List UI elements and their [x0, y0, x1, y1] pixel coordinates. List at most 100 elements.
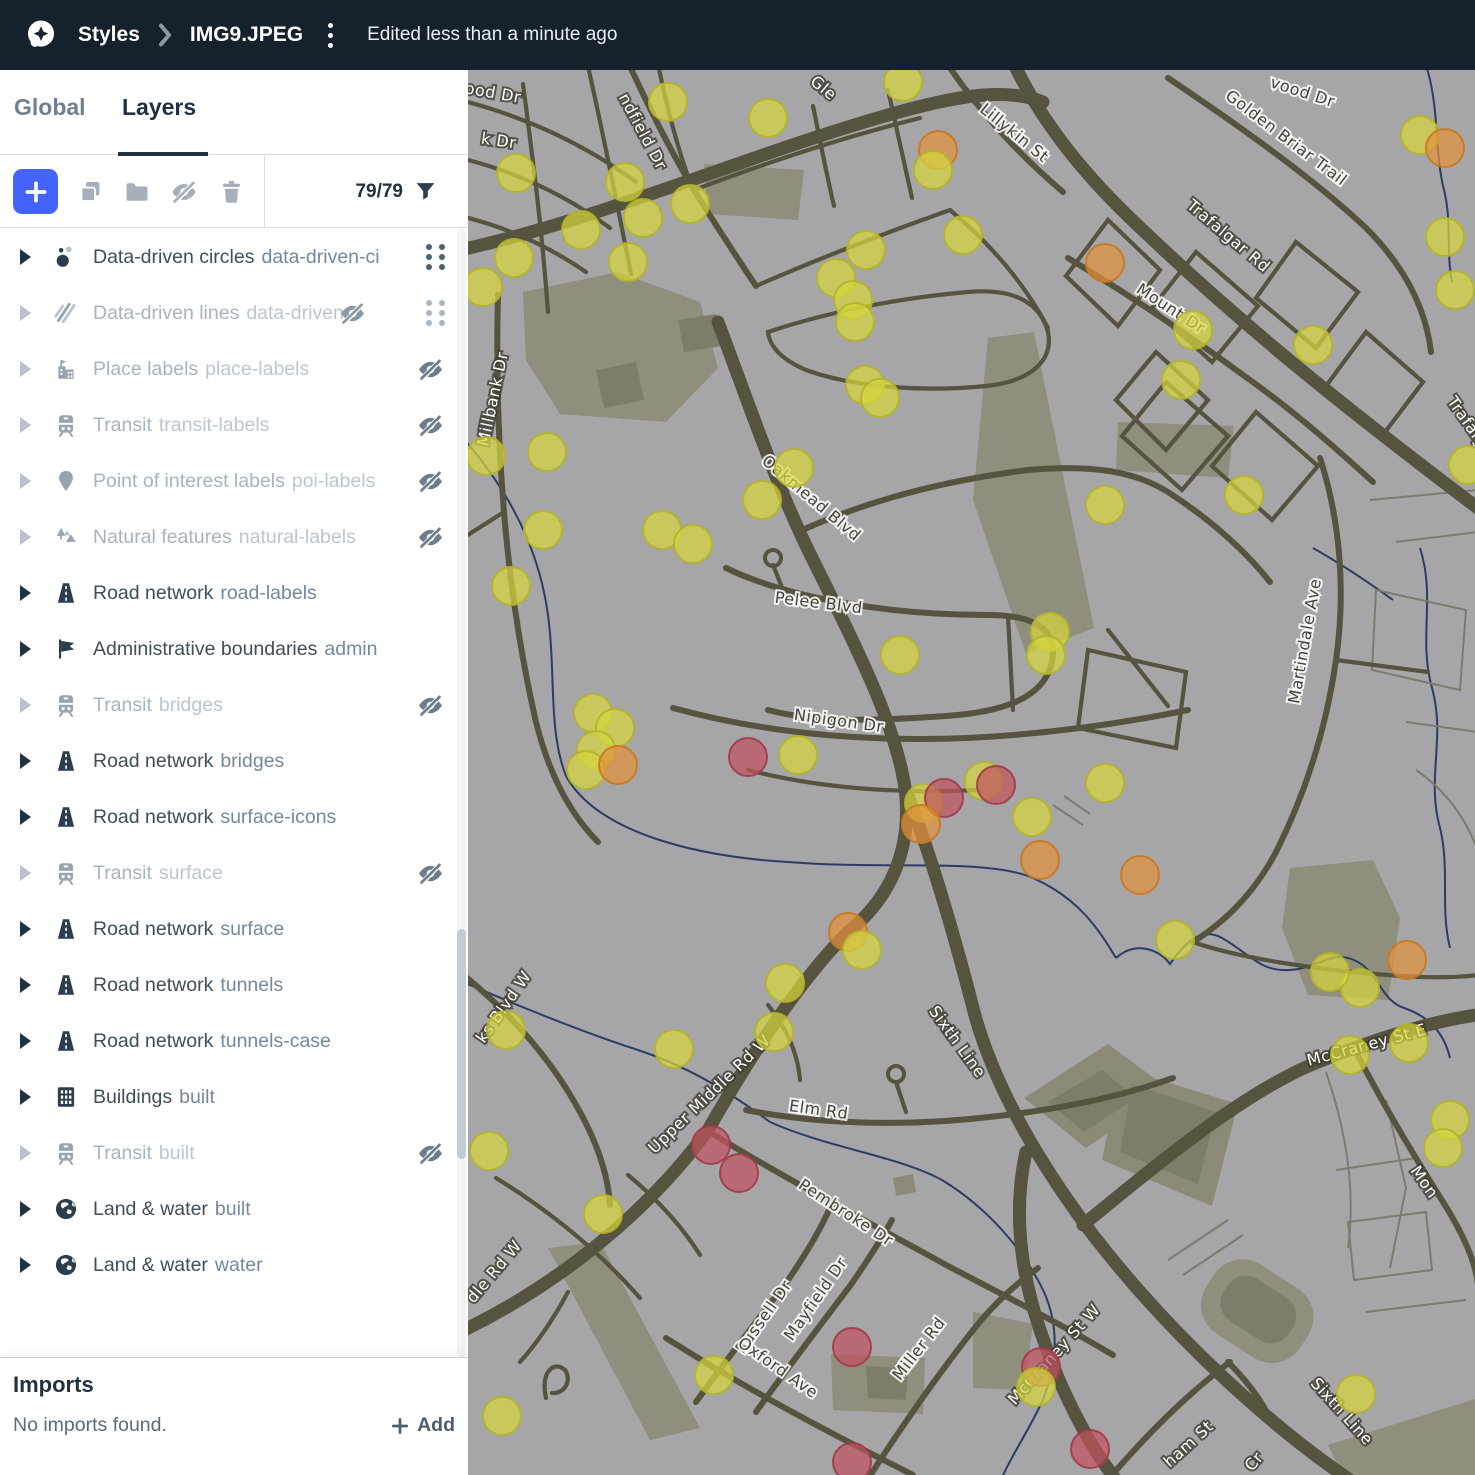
layer-row-built[interactable]: Transitbuilt [0, 1125, 468, 1181]
visibility-toggle-icon[interactable] [416, 410, 446, 440]
caret-right-icon[interactable] [20, 1089, 31, 1105]
caret-right-icon[interactable] [20, 249, 31, 265]
data-circle-yellow[interactable] [1294, 326, 1332, 364]
data-circle-red[interactable] [977, 766, 1015, 804]
layer-row-bridges[interactable]: Transitbridges [0, 677, 468, 733]
data-circle-yellow[interactable] [914, 151, 952, 189]
data-circle-yellow[interactable] [649, 83, 687, 121]
caret-right-icon[interactable] [20, 921, 31, 937]
caret-right-icon[interactable] [20, 641, 31, 657]
visibility-toggle-icon[interactable] [416, 522, 446, 552]
data-circle-yellow[interactable] [483, 1397, 521, 1435]
visibility-toggle-icon[interactable] [416, 466, 446, 496]
breadcrumb-styles[interactable]: Styles [78, 23, 140, 47]
caret-right-icon[interactable] [20, 361, 31, 377]
layer-row-data-driven[interactable]: Data-driven linesdata-driven [0, 285, 468, 341]
layer-row-data-driven-ci[interactable]: Data-driven circlesdata-driven-ci [0, 229, 468, 285]
visibility-toggle-icon[interactable] [416, 858, 446, 888]
data-circle-red[interactable] [720, 1154, 758, 1192]
data-circle-yellow[interactable] [749, 99, 787, 137]
drag-handle[interactable] [426, 244, 446, 270]
data-circle-yellow[interactable] [881, 636, 919, 674]
data-circle-yellow[interactable] [779, 736, 817, 774]
data-circle-yellow[interactable] [470, 1132, 508, 1170]
data-circle-yellow[interactable] [528, 433, 566, 471]
layer-row-tunnels-case[interactable]: Road networktunnels-case [0, 1013, 468, 1069]
layer-row-built[interactable]: Land & waterbuilt [0, 1181, 468, 1237]
data-circle-yellow[interactable] [695, 1356, 733, 1394]
data-circle-yellow[interactable] [487, 1011, 525, 1049]
caret-right-icon[interactable] [20, 1033, 31, 1049]
data-circle-yellow[interactable] [1390, 1024, 1428, 1062]
mapbox-studio-logo[interactable] [24, 18, 58, 52]
data-circle-yellow[interactable] [1436, 271, 1474, 309]
drag-handle[interactable] [426, 300, 446, 326]
caret-right-icon[interactable] [20, 305, 31, 321]
data-circle-yellow[interactable] [847, 231, 885, 269]
caret-right-icon[interactable] [20, 809, 31, 825]
add-layer-button[interactable] [13, 169, 58, 214]
tab-layers[interactable]: Layers [122, 94, 196, 121]
data-circle-yellow[interactable] [766, 964, 804, 1002]
data-circle-yellow[interactable] [1337, 1375, 1375, 1413]
caret-right-icon[interactable] [20, 529, 31, 545]
data-circle-yellow[interactable] [495, 239, 533, 277]
data-circle-yellow[interactable] [836, 303, 874, 341]
data-circle-red[interactable] [729, 738, 767, 776]
visibility-toggle-icon[interactable] [416, 690, 446, 720]
hide-layers-icon[interactable] [169, 177, 199, 207]
data-circle-yellow[interactable] [861, 379, 899, 417]
caret-right-icon[interactable] [20, 473, 31, 489]
data-circle-yellow[interactable] [524, 511, 562, 549]
delete-layer-icon[interactable] [216, 177, 246, 207]
data-circle-yellow[interactable] [1174, 311, 1212, 349]
data-circle-yellow[interactable] [1086, 486, 1124, 524]
data-circle-yellow[interactable] [1162, 361, 1200, 399]
layer-row-place-labels[interactable]: Place labelsplace-labels [0, 341, 468, 397]
caret-right-icon[interactable] [20, 417, 31, 433]
data-circle-yellow[interactable] [775, 449, 813, 487]
data-circle-orange[interactable] [599, 746, 637, 784]
layer-list-scrollbar[interactable] [457, 229, 466, 1357]
layer-row-road-labels[interactable]: Road networkroad-labels [0, 565, 468, 621]
tab-global[interactable]: Global [14, 94, 86, 121]
filter-icon[interactable] [413, 179, 438, 204]
data-circle-yellow[interactable] [1156, 921, 1194, 959]
data-circle-yellow[interactable] [743, 481, 781, 519]
data-circle-yellow[interactable] [674, 525, 712, 563]
caret-right-icon[interactable] [20, 1201, 31, 1217]
caret-right-icon[interactable] [20, 1257, 31, 1273]
data-circle-yellow[interactable] [1424, 1129, 1462, 1167]
data-circle-yellow[interactable] [562, 211, 600, 249]
data-circle-yellow[interactable] [468, 437, 505, 475]
layer-row-poi-labels[interactable]: Point of interest labelspoi-labels [0, 453, 468, 509]
data-circle-yellow[interactable] [606, 163, 644, 201]
data-circle-yellow[interactable] [1331, 1036, 1369, 1074]
caret-right-icon[interactable] [20, 977, 31, 993]
data-circle-yellow[interactable] [671, 185, 709, 223]
data-circle-yellow[interactable] [944, 216, 982, 254]
data-circle-red[interactable] [1071, 1430, 1109, 1468]
data-circle-red[interactable] [692, 1126, 730, 1164]
layer-row-surface[interactable]: Transitsurface [0, 845, 468, 901]
layer-row-surface[interactable]: Road networksurface [0, 901, 468, 957]
data-circle-yellow[interactable] [1017, 1368, 1055, 1406]
data-circle-red[interactable] [833, 1443, 871, 1475]
data-circle-yellow[interactable] [884, 70, 922, 101]
data-circle-yellow[interactable] [609, 243, 647, 281]
style-title[interactable]: IMG9.JPEG [190, 23, 303, 47]
layer-row-surface-icons[interactable]: Road networksurface-icons [0, 789, 468, 845]
kebab-menu-icon[interactable] [319, 18, 341, 52]
layer-row-built[interactable]: Buildingsbuilt [0, 1069, 468, 1125]
layer-row-water[interactable]: Land & waterwater [0, 1237, 468, 1293]
data-circle-yellow[interactable] [584, 1195, 622, 1233]
layer-row-admin[interactable]: Administrative boundariesadmin [0, 621, 468, 677]
data-circle-yellow[interactable] [843, 931, 881, 969]
data-circle-yellow[interactable] [492, 567, 530, 605]
data-circle-yellow[interactable] [655, 1030, 693, 1068]
data-circle-yellow[interactable] [624, 199, 662, 237]
group-layers-icon[interactable] [122, 177, 152, 207]
caret-right-icon[interactable] [20, 865, 31, 881]
data-circle-yellow[interactable] [1013, 798, 1051, 836]
data-circle-yellow[interactable] [468, 268, 502, 306]
